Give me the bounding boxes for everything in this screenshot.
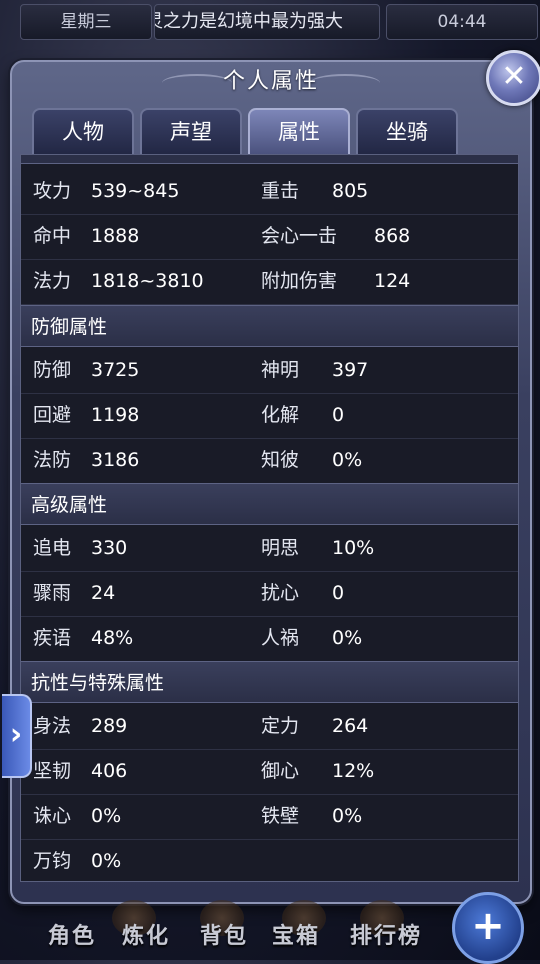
attr-value: 289 xyxy=(91,715,128,737)
attr-value: 0% xyxy=(91,850,122,872)
tab-bar: 人物 声望 属性 坐骑 xyxy=(32,108,472,154)
plus-button[interactable]: + xyxy=(452,892,524,964)
attr-name: 附加伤害 xyxy=(261,270,338,292)
section-header-advanced: 高级属性 xyxy=(21,483,518,525)
attr-name: 神明 xyxy=(261,359,300,381)
attr-name: 重击 xyxy=(261,180,300,202)
attr-value: 805 xyxy=(332,180,369,202)
nav-chest[interactable]: 宝箱 xyxy=(272,918,320,958)
close-button[interactable]: ✕ xyxy=(486,50,540,106)
attr-name: 骤雨 xyxy=(33,582,72,604)
attr-name: 防御 xyxy=(33,359,72,381)
tab-reputation[interactable]: 声望 xyxy=(140,108,242,154)
attr-value: 264 xyxy=(332,715,369,737)
attr-name: 知彼 xyxy=(261,449,300,471)
attr-value: 0 xyxy=(332,404,345,426)
attr-name: 法力 xyxy=(33,270,72,292)
attr-row: 攻力 539~845 重击 805 xyxy=(21,169,518,215)
attr-name: 疾语 xyxy=(33,627,72,649)
attr-value: 539~845 xyxy=(91,180,180,202)
attr-row: 诛心 0% 铁壁 0% xyxy=(21,794,518,840)
section-header-resist: 抗性与特殊属性 xyxy=(21,661,518,703)
attr-name: 法防 xyxy=(33,449,72,471)
attr-name: 化解 xyxy=(261,404,300,426)
status-bar: 星期三 灵之力是幻境中最为强大 04:44 xyxy=(0,0,540,42)
attr-row: 法防 3186 知彼 0% xyxy=(21,438,518,484)
attributes-list[interactable]: 攻力 539~845 重击 805 命中 1888 会心一击 868 法力 18… xyxy=(20,154,519,882)
tab-character[interactable]: 人物 xyxy=(32,108,134,154)
attr-value: 0 xyxy=(332,582,345,604)
nav-refine[interactable]: 炼化 xyxy=(122,918,170,958)
attr-name: 人祸 xyxy=(261,627,300,649)
nav-character[interactable]: 角色 xyxy=(48,918,96,958)
attr-row: 坚韧 406 御心 12% xyxy=(21,749,518,795)
attr-value: 1198 xyxy=(91,404,140,426)
attr-row: 防御 3725 神明 397 xyxy=(21,348,518,394)
section-header-defense: 防御属性 xyxy=(21,305,518,347)
attr-name: 铁壁 xyxy=(261,805,300,827)
attr-name: 坚韧 xyxy=(33,760,72,782)
attr-value: 3186 xyxy=(91,449,140,471)
attr-value: 12% xyxy=(332,760,375,782)
attr-value: 406 xyxy=(91,760,128,782)
attr-value: 0% xyxy=(91,805,122,827)
attr-value: 3725 xyxy=(91,359,140,381)
side-expand-button[interactable]: › xyxy=(2,694,32,778)
attr-row: 追电 330 明思 10% xyxy=(21,526,518,572)
attr-value: 868 xyxy=(374,225,411,247)
section-header-partial xyxy=(21,155,518,164)
attr-name: 攻力 xyxy=(33,180,72,202)
nav-bag[interactable]: 背包 xyxy=(200,918,248,958)
attr-name: 定力 xyxy=(261,715,300,737)
attr-name: 会心一击 xyxy=(261,225,338,247)
attr-name: 追电 xyxy=(33,537,72,559)
close-icon: ✕ xyxy=(501,59,527,94)
tab-attributes[interactable]: 属性 xyxy=(248,108,350,154)
attr-value: 0% xyxy=(332,805,363,827)
attr-name: 扰心 xyxy=(261,582,300,604)
attr-value: 10% xyxy=(332,537,375,559)
attr-row: 回避 1198 化解 0 xyxy=(21,393,518,439)
attr-value: 48% xyxy=(91,627,134,649)
attr-value: 24 xyxy=(91,582,116,604)
attr-name: 身法 xyxy=(33,715,72,737)
chevron-right-icon: › xyxy=(9,717,23,752)
attr-value: 124 xyxy=(374,270,411,292)
attr-row: 身法 289 定力 264 xyxy=(21,704,518,750)
attr-name: 命中 xyxy=(33,225,72,247)
attr-name: 明思 xyxy=(261,537,300,559)
attr-value: 1888 xyxy=(91,225,140,247)
weekday-label: 星期三 xyxy=(20,4,152,40)
attr-value: 0% xyxy=(332,449,363,471)
attr-name: 诛心 xyxy=(33,805,72,827)
attr-name: 御心 xyxy=(261,760,300,782)
attr-row: 骤雨 24 扰心 0 xyxy=(21,571,518,617)
clock-label: 04:44 xyxy=(386,4,538,40)
nav-ranking[interactable]: 排行榜 xyxy=(350,918,422,958)
marquee-banner: 灵之力是幻境中最为强大 xyxy=(154,4,380,40)
attr-value: 397 xyxy=(332,359,369,381)
marquee-text: 灵之力是幻境中最为强大 xyxy=(154,11,343,32)
attr-row: 万钧 0% xyxy=(21,839,518,881)
panel-title: 个人属性 xyxy=(222,69,319,94)
attr-value: 0% xyxy=(332,627,363,649)
attr-name: 回避 xyxy=(33,404,72,426)
attr-value: 330 xyxy=(91,537,128,559)
tab-mount[interactable]: 坐骑 xyxy=(356,108,458,154)
attr-value: 1818~3810 xyxy=(91,270,204,292)
attr-row: 命中 1888 会心一击 868 xyxy=(21,214,518,260)
attr-row: 疾语 48% 人祸 0% xyxy=(21,616,518,662)
attr-row: 法力 1818~3810 附加伤害 124 xyxy=(21,259,518,305)
attr-name: 万钧 xyxy=(33,850,72,872)
